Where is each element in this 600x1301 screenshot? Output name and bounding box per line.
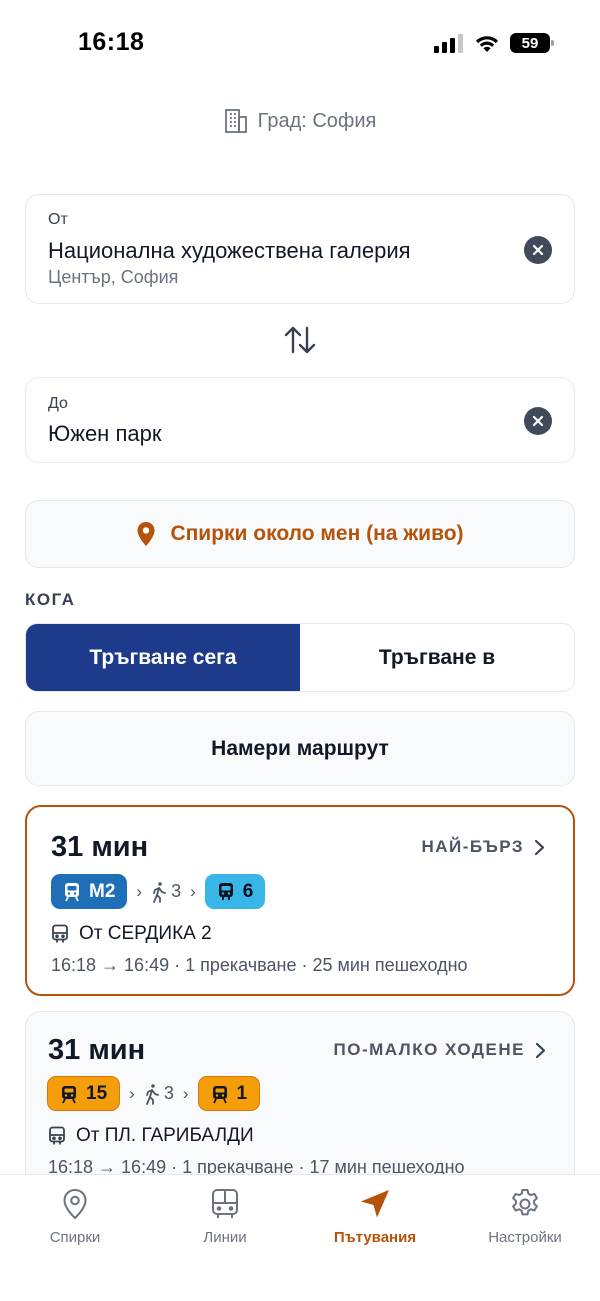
walk-minutes: 3 [171, 881, 182, 901]
map-pin-icon [63, 1188, 87, 1220]
nearby-stops-button[interactable]: Спирки около мен (на живо) [25, 500, 575, 568]
tab-trips[interactable]: Пътувания [300, 1175, 450, 1301]
tram-line-chip: 1 [197, 1076, 261, 1111]
route-start-stop: От ПЛ. ГАРИБАЛДИ [48, 1125, 254, 1147]
route-start-stop-label: От ПЛ. ГАРИБАЛДИ [76, 1125, 254, 1146]
find-route-button[interactable]: Намери маршрут [25, 711, 575, 786]
close-icon [532, 244, 544, 256]
tram-line-label: 1 [236, 1082, 248, 1104]
walking-icon [153, 881, 166, 903]
tab-lines-label: Линии [203, 1229, 247, 1246]
to-value: Южен парк [48, 421, 162, 446]
navigation-arrow-icon [361, 1190, 389, 1218]
tab-stops[interactable]: Спирки [0, 1175, 150, 1301]
building-icon [224, 109, 247, 133]
metro-line-label: M2 [89, 880, 116, 902]
chevron-right-icon: › [136, 881, 143, 901]
depart-now-option[interactable]: Тръгване сега [26, 624, 300, 691]
to-field[interactable]: До Южен парк [25, 377, 575, 463]
city-label: Град: София [257, 109, 377, 132]
tram-icon [62, 1085, 76, 1103]
swap-arrows-icon [284, 326, 316, 354]
tab-lines[interactable]: Линии [150, 1175, 300, 1301]
route-tag: НАЙ-БЪРЗ [421, 837, 545, 857]
bus-icon [218, 882, 233, 900]
chevron-right-icon: › [129, 1083, 135, 1103]
route-start-stop: От СЕРДИКА 2 [51, 923, 212, 945]
bus-line-label: 6 [242, 880, 254, 902]
clear-to-button[interactable] [524, 407, 552, 435]
tram-line-chip: 15 [47, 1076, 121, 1111]
route-start-stop-label: От СЕРДИКА 2 [79, 923, 212, 944]
swap-button[interactable] [282, 322, 318, 358]
route-legs: M2 › 3 › 6 [51, 874, 266, 909]
tab-stops-label: Спирки [49, 1229, 101, 1246]
when-label: КОГА [25, 590, 76, 609]
tab-settings-label: Настройки [488, 1229, 562, 1246]
route-card[interactable]: 31 мин НАЙ-БЪРЗ M2 › 3 › 6 От СЕРДИКА 2 … [25, 805, 575, 996]
from-subtitle: Център, София [48, 267, 179, 287]
depart-at-option[interactable]: Тръгване в [300, 624, 574, 691]
close-icon [532, 415, 544, 427]
route-summary: 16:18 → 16:49 · 1 прекачване · 25 мин пе… [51, 955, 468, 975]
walk-minutes: 3 [163, 1083, 174, 1103]
route-tag-label: ПО-МАЛКО ХОДЕНЕ [333, 1040, 525, 1059]
map-pin-icon [137, 522, 155, 546]
route-tag-label: НАЙ-БЪРЗ [421, 837, 524, 856]
nearby-stops-label: Спирки около мен (на живо) [170, 522, 464, 545]
bus-stop-icon [49, 1126, 65, 1145]
chevron-right-icon [535, 1042, 546, 1058]
route-tag: ПО-МАЛКО ХОДЕНЕ [334, 1040, 546, 1060]
walk-leg: 3 [144, 1083, 174, 1105]
chevron-right-icon: › [182, 1083, 189, 1103]
bus-line-chip: 6 [204, 874, 266, 909]
from-value: Национална художествена галерия [48, 238, 411, 263]
wifi-icon [476, 36, 498, 52]
tram-line-label: 15 [86, 1082, 108, 1104]
city-selector[interactable]: Град: София [0, 108, 600, 134]
to-label: До [48, 395, 68, 412]
status-time: 16:18 [78, 28, 145, 56]
status-icons: 59 [434, 33, 554, 53]
from-field[interactable]: От Национална художествена галерия Центъ… [25, 194, 575, 304]
metro-line-chip: M2 [51, 874, 128, 909]
battery-level: 59 [521, 34, 539, 52]
route-duration: 31 мин [51, 831, 149, 863]
walking-icon [145, 1083, 159, 1105]
status-bar: 16:18 59 [0, 0, 600, 90]
departure-segmented-control: Тръгване сега Тръгване в [25, 623, 575, 692]
battery-icon: 59 [510, 33, 554, 53]
metro-icon [65, 882, 79, 901]
route-legs: 15 › 3 › 1 [47, 1076, 261, 1111]
chevron-right-icon: › [190, 881, 196, 901]
walk-leg: 3 [151, 881, 181, 903]
tram-icon [212, 1085, 227, 1103]
tab-trips-label: Пътувания [333, 1229, 417, 1246]
route-duration: 31 мин [48, 1034, 146, 1066]
tab-settings[interactable]: Настройки [450, 1175, 600, 1301]
signal-icon [434, 34, 463, 53]
bus-stop-icon [52, 924, 68, 943]
from-label: От [48, 211, 68, 228]
chevron-right-icon [534, 839, 545, 855]
bus-icon [212, 1189, 238, 1218]
clear-from-button[interactable] [524, 236, 552, 264]
gear-icon [512, 1189, 538, 1216]
tab-bar: Спирки Линии Пътувания Настройки [0, 1174, 600, 1301]
